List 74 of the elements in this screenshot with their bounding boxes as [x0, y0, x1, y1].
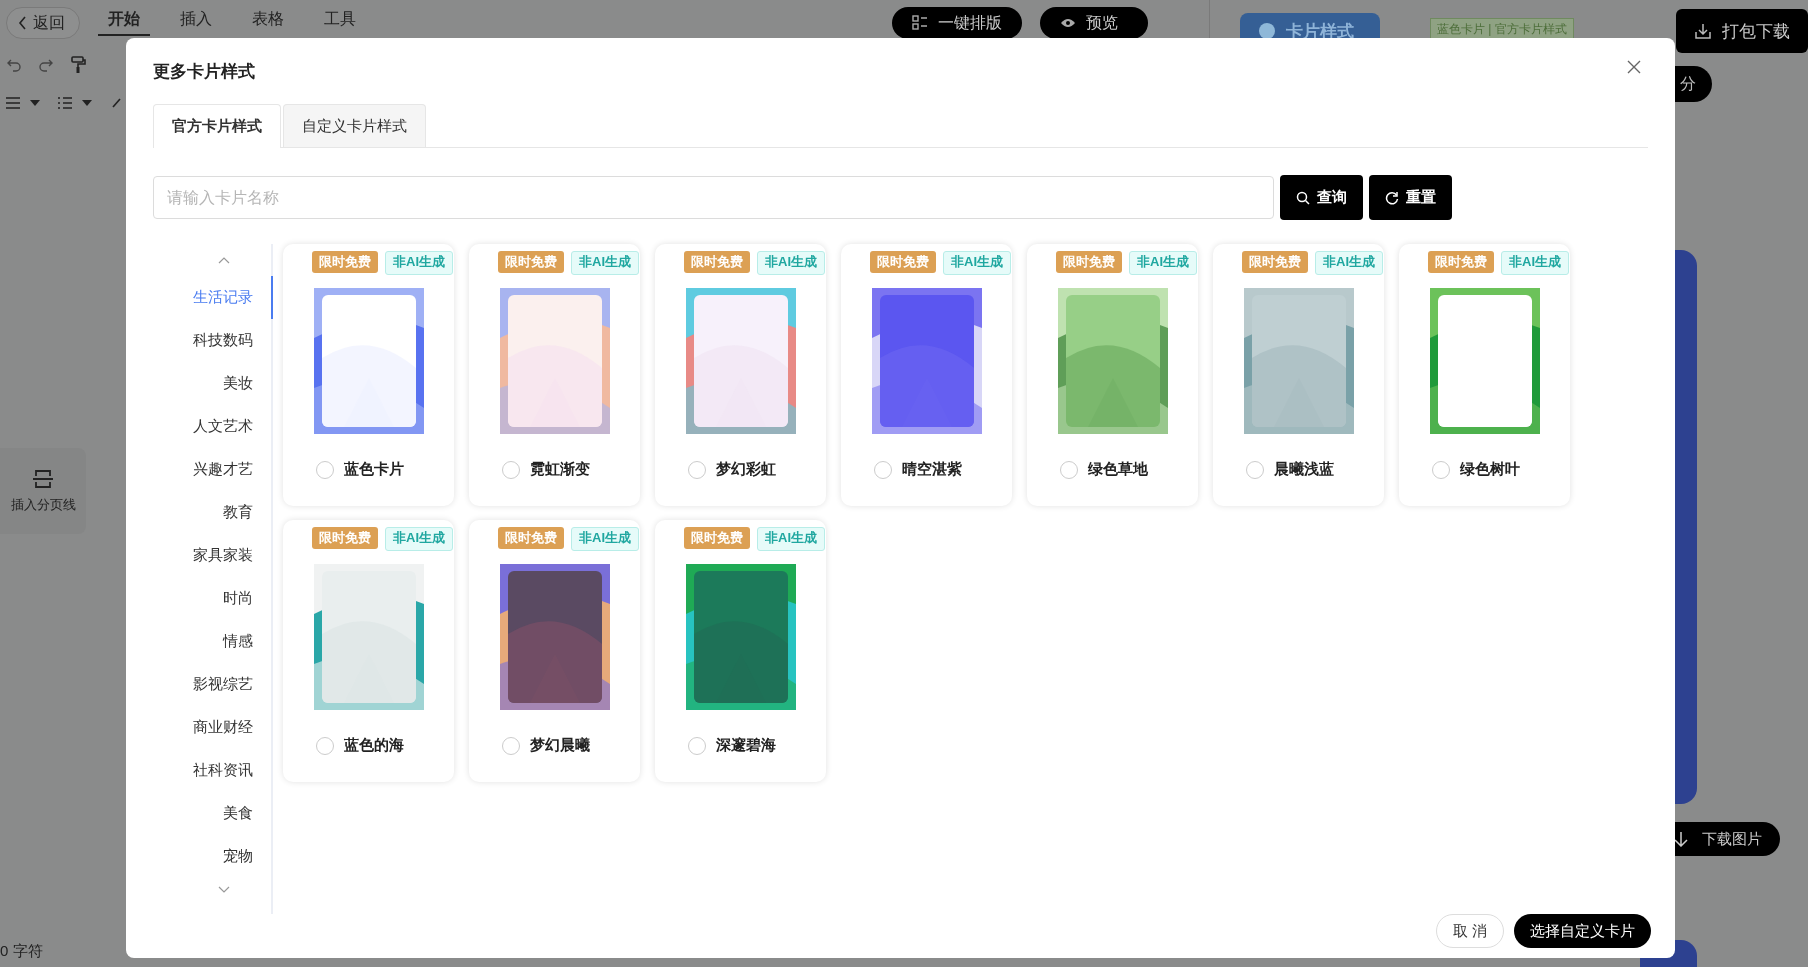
non-ai-badge: 非AI生成	[943, 251, 1011, 275]
style-card[interactable]: 限时免费 非AI生成 梦幻晨曦	[469, 520, 640, 782]
card-name: 梦幻晨曦	[530, 736, 590, 755]
card-name: 绿色树叶	[1460, 460, 1520, 479]
free-badge: 限时免费	[312, 251, 378, 273]
category-item[interactable]: 科技数码	[193, 319, 273, 362]
category-item[interactable]: 时尚	[223, 577, 273, 620]
style-tag: 蓝色卡片 | 官方卡片样式	[1430, 17, 1574, 41]
non-ai-badge: 非AI生成	[571, 527, 639, 551]
menu-tab[interactable]: 表格	[242, 3, 294, 36]
category-item[interactable]: 教育	[223, 491, 273, 534]
style-card[interactable]: 限时免费 非AI生成 晨曦浅蓝	[1213, 244, 1384, 506]
free-badge: 限时免费	[870, 251, 936, 273]
category-item[interactable]: 美食	[223, 792, 273, 835]
char-count: 0 字符	[0, 942, 43, 961]
category-item[interactable]: 宠物	[223, 835, 273, 878]
preview-button[interactable]: 预览	[1040, 7, 1148, 39]
select-custom-card-button[interactable]: 选择自定义卡片	[1514, 914, 1651, 948]
card-name: 霓虹渐变	[530, 460, 590, 479]
category-item[interactable]: 生活记录	[193, 276, 273, 319]
category-item[interactable]: 家具家装	[193, 534, 273, 577]
insert-page-break-label: 插入分页线	[10, 496, 76, 514]
non-ai-badge: 非AI生成	[385, 527, 453, 551]
style-card[interactable]: 限时免费 非AI生成 绿色草地	[1027, 244, 1198, 506]
category-item[interactable]: 美妆	[223, 362, 273, 405]
free-badge: 限时免费	[684, 251, 750, 273]
card-name: 深邃碧海	[716, 736, 776, 755]
style-card[interactable]: 限时免费 非AI生成 梦幻彩虹	[655, 244, 826, 506]
category-item[interactable]: 影视综艺	[193, 663, 273, 706]
category-item[interactable]: 社科资讯	[193, 749, 273, 792]
free-badge: 限时免费	[1056, 251, 1122, 273]
non-ai-badge: 非AI生成	[385, 251, 453, 275]
free-badge: 限时免费	[1242, 251, 1308, 273]
free-badge: 限时免费	[684, 527, 750, 549]
reset-button[interactable]: 重置	[1369, 175, 1452, 220]
auto-layout-button[interactable]: 一键排版	[892, 7, 1022, 39]
card-name: 蓝色的海	[344, 736, 404, 755]
free-badge: 限时免费	[498, 251, 564, 273]
style-card[interactable]: 限时免费 非AI生成 蓝色卡片	[283, 244, 454, 506]
category-item[interactable]: 兴趣才艺	[193, 448, 273, 491]
search-field[interactable]: 请输入卡片名称	[153, 176, 1274, 219]
menu-tab[interactable]: 工具	[314, 3, 366, 36]
style-card[interactable]: 限时免费 非AI生成 深邃碧海	[655, 520, 826, 782]
style-card[interactable]: 限时免费 非AI生成 晴空湛紫	[841, 244, 1012, 506]
menu-tab[interactable]: 开始	[98, 3, 150, 36]
cancel-button[interactable]: 取 消	[1435, 914, 1504, 948]
non-ai-badge: 非AI生成	[1129, 251, 1197, 275]
style-card[interactable]: 限时免费 非AI生成 霓虹渐变	[469, 244, 640, 506]
category-item[interactable]: 商业财经	[193, 706, 273, 749]
back-button[interactable]: 返回	[6, 7, 80, 39]
menu-tab[interactable]: 插入	[170, 3, 222, 36]
non-ai-badge: 非AI生成	[757, 527, 825, 551]
category-item[interactable]: 情感	[223, 620, 273, 663]
card-name: 蓝色卡片	[344, 460, 404, 479]
non-ai-badge: 非AI生成	[1315, 251, 1383, 275]
card-name: 晨曦浅蓝	[1274, 460, 1334, 479]
card-name: 晴空湛紫	[902, 460, 962, 479]
download-all-button[interactable]: 打包下载	[1676, 9, 1808, 53]
free-badge: 限时免费	[498, 527, 564, 549]
non-ai-badge: 非AI生成	[571, 251, 639, 275]
query-button[interactable]: 查询	[1280, 175, 1363, 220]
category-item[interactable]: 人文艺术	[193, 405, 273, 448]
style-tab[interactable]: 官方卡片样式	[153, 104, 281, 148]
free-badge: 限时免费	[1428, 251, 1494, 273]
card-name: 梦幻彩虹	[716, 460, 776, 479]
free-badge: 限时免费	[312, 527, 378, 549]
non-ai-badge: 非AI生成	[757, 251, 825, 275]
card-name: 绿色草地	[1088, 460, 1148, 479]
non-ai-badge: 非AI生成	[1501, 251, 1569, 275]
style-card[interactable]: 限时免费 非AI生成 绿色树叶	[1399, 244, 1570, 506]
dialog-title: 更多卡片样式	[153, 60, 255, 83]
style-card[interactable]: 限时免费 非AI生成 蓝色的海	[283, 520, 454, 782]
insert-page-break-button[interactable]: 插入分页线	[0, 448, 86, 534]
style-tab[interactable]: 自定义卡片样式	[283, 104, 426, 147]
